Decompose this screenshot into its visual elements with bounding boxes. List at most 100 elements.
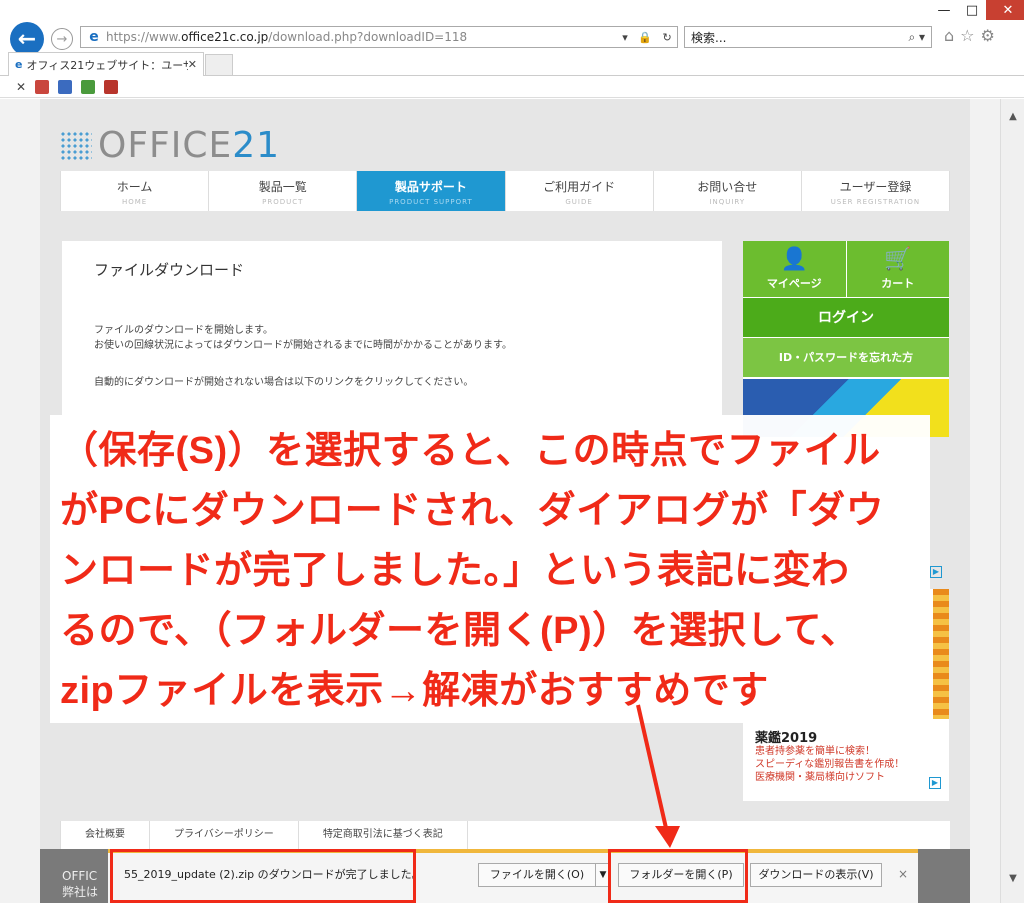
window-controls: — □ ✕	[930, 0, 1024, 22]
tab-active[interactable]: e オフィス21ウェブサイト：ユーザ... ✕	[8, 52, 204, 76]
footer-link-company[interactable]: 会社概要	[61, 821, 150, 849]
footer-link-privacy[interactable]: プライバシーポリシー	[150, 821, 299, 849]
url-text[interactable]: https://www.office21c.co.jp/download.php…	[106, 30, 617, 44]
fallback-text: 自動的にダウンロードが開始されない場合は以下のリンクをクリックしてください。	[94, 377, 474, 388]
favorite-link-icon[interactable]	[104, 79, 119, 94]
favorites-star-icon[interactable]: ☆	[960, 26, 974, 45]
nav-products[interactable]: 製品一覧 PRODUCT	[209, 171, 358, 211]
nav-user-registration[interactable]: ユーザー登録 USER REGISTRATION	[802, 171, 951, 211]
nav-inquiry[interactable]: お問い合せ INQUIRY	[654, 171, 802, 211]
office21-logo[interactable]: OFFICE21	[60, 125, 280, 166]
ad-arrow-icon[interactable]: ▶	[929, 777, 941, 789]
favorite-link-icon[interactable]	[58, 79, 73, 94]
ad-desc-line: 患者持参薬を簡単に検索！	[755, 746, 875, 757]
tab-bar: e オフィス21ウェブサイト：ユーザ... ✕	[0, 52, 1024, 76]
tab-title: オフィス21ウェブサイト：ユーザ...	[26, 58, 188, 72]
annotation-text: （保存(S)）を選択すると、この時点でファイル がPCにダウンロードされ、ダイア…	[60, 430, 885, 712]
settings-gear-icon[interactable]: ⚙	[981, 26, 995, 45]
back-button[interactable]: ←	[10, 22, 44, 56]
sidebar-top-buttons: 👤 マイページ 🛒 カート	[743, 241, 949, 297]
view-downloads-button[interactable]: ダウンロードの表示(V)	[750, 863, 882, 887]
new-tab-button[interactable]	[205, 54, 233, 75]
search-placeholder: 検索...	[691, 30, 727, 45]
url-path: /download.php?downloadID=118	[268, 30, 468, 44]
nav-sublabel: USER REGISTRATION	[830, 198, 921, 206]
download-start-text: ファイルのダウンロードを開始します。お使いの回線状況によってはダウンロードが開始…	[94, 323, 512, 353]
favorite-link-icon[interactable]	[81, 79, 96, 94]
ad-desc-line: 医療機関・薬局様向けソフト	[755, 772, 885, 783]
arrow-right-icon: →	[56, 31, 68, 47]
logo-dots-icon	[60, 130, 92, 161]
search-box[interactable]: 検索... ⌕ ▾	[684, 26, 932, 48]
close-favbar-icon[interactable]: ✕	[16, 80, 26, 94]
nav-label: ホーム	[116, 180, 153, 194]
address-controls: ▾ 🔒 ↻	[617, 31, 677, 44]
nav-label: ご利用ガイド	[543, 180, 616, 194]
nav-guide[interactable]: ご利用ガイド GUIDE	[506, 171, 654, 211]
annotation-callout: （保存(S)）を選択すると、この時点でファイル がPCにダウンロードされ、ダイア…	[50, 415, 930, 723]
nav-label: 製品サポート	[394, 180, 467, 194]
ad-description: 患者持参薬を簡単に検索！ スピーディな鑑別報告書を作成！ 医療機関・薬局様向けソフト	[755, 745, 904, 784]
download-start-line2: お使いの回線状況によってはダウンロードが開始されるまでに時間がかかることがありま…	[94, 340, 512, 351]
download-bar-close-icon[interactable]: ×	[898, 867, 908, 881]
search-icon[interactable]: ⌕ ▾	[908, 30, 925, 45]
refresh-icon[interactable]: ↻	[663, 31, 672, 44]
sidebar: 👤 マイページ 🛒 カート ログイン ID・パスワードを忘れた方	[743, 241, 949, 437]
banner-arrow-icon[interactable]: ▶	[930, 566, 942, 578]
scroll-up-icon[interactable]: ▲	[1001, 107, 1024, 127]
login-button[interactable]: ログイン	[743, 297, 949, 337]
nav-sublabel: PRODUCT	[262, 198, 304, 206]
highlight-box-message	[110, 849, 416, 903]
home-icon[interactable]: ⌂	[944, 26, 954, 45]
cart-icon: 🛒	[884, 247, 912, 272]
page-title: ファイルダウンロード	[94, 261, 245, 279]
cart-button[interactable]: 🛒 カート	[846, 241, 949, 297]
nav-label: お問い合せ	[697, 180, 758, 194]
nav-product-support[interactable]: 製品サポート PRODUCT SUPPORT	[357, 171, 506, 211]
close-window-button[interactable]: ✕	[986, 0, 1024, 20]
logo-wordmark: OFFICE21	[98, 125, 280, 166]
maximize-button[interactable]: □	[958, 0, 986, 20]
ad-desc-line: スピーディな鑑別報告書を作成！	[755, 759, 905, 770]
nav-sublabel: HOME	[121, 198, 148, 206]
cart-label: カート	[881, 277, 915, 290]
nav-home[interactable]: ホーム HOME	[61, 171, 210, 211]
forgot-password-button[interactable]: ID・パスワードを忘れた方	[743, 337, 949, 377]
dropdown-icon[interactable]: ▾	[622, 31, 628, 44]
footer-nav: 会社概要 プライバシーポリシー 特定商取引法に基づく表記	[60, 821, 950, 849]
arrow-left-icon: ←	[17, 26, 37, 52]
favorites-bar: ✕	[0, 76, 1024, 98]
ad-title: 薬鑑2019	[755, 731, 818, 746]
scroll-down-icon[interactable]: ▼	[1001, 869, 1024, 889]
ie-icon: e	[15, 58, 23, 71]
ie-icon: e	[89, 29, 99, 45]
logo-text-blue: 21	[232, 125, 281, 166]
footer-link-commerce-law[interactable]: 特定商取引法に基づく表記	[299, 821, 468, 849]
forward-button[interactable]: →	[51, 28, 73, 50]
nav-label: 製品一覧	[258, 180, 307, 194]
mypage-label: マイページ	[766, 277, 822, 290]
download-start-line1: ファイルのダウンロードを開始します。	[94, 325, 273, 336]
open-file-button[interactable]: ファイルを開く(O)	[478, 863, 596, 887]
url-prefix: https://www.	[106, 30, 182, 44]
lock-icon[interactable]: 🔒	[638, 31, 652, 44]
vertical-scrollbar[interactable]: ▲ ▼	[1000, 99, 1024, 903]
url-host: office21c.co.jp	[181, 30, 269, 44]
nav-sublabel: GUIDE	[565, 198, 593, 206]
minimize-button[interactable]: —	[930, 0, 958, 20]
mypage-button[interactable]: 👤 マイページ	[743, 241, 847, 297]
tab-close-icon[interactable]: ✕	[188, 58, 197, 71]
browser-titlebar: — □ ✕ ← → e https://www.office21c.co.jp/…	[0, 0, 1024, 56]
person-icon: 👤	[780, 247, 808, 272]
favorite-link-icon[interactable]	[35, 79, 50, 94]
toolbar-icons: ⌂ ☆ ⚙	[944, 26, 995, 45]
address-bar[interactable]: e https://www.office21c.co.jp/download.p…	[80, 26, 678, 48]
main-panel: ファイルダウンロード ファイルのダウンロードを開始します。お使いの回線状況によっ…	[62, 241, 722, 421]
nav-sublabel: PRODUCT SUPPORT	[389, 198, 473, 206]
nav-sublabel: INQUIRY	[709, 198, 746, 206]
global-nav: ホーム HOME 製品一覧 PRODUCT 製品サポート PRODUCT SUPPOR…	[60, 171, 951, 211]
ad-image	[933, 589, 949, 719]
nav-label: ユーザー登録	[839, 180, 912, 194]
highlight-box-open-folder	[608, 849, 748, 903]
logo-text-gray: OFFICE	[98, 125, 233, 166]
